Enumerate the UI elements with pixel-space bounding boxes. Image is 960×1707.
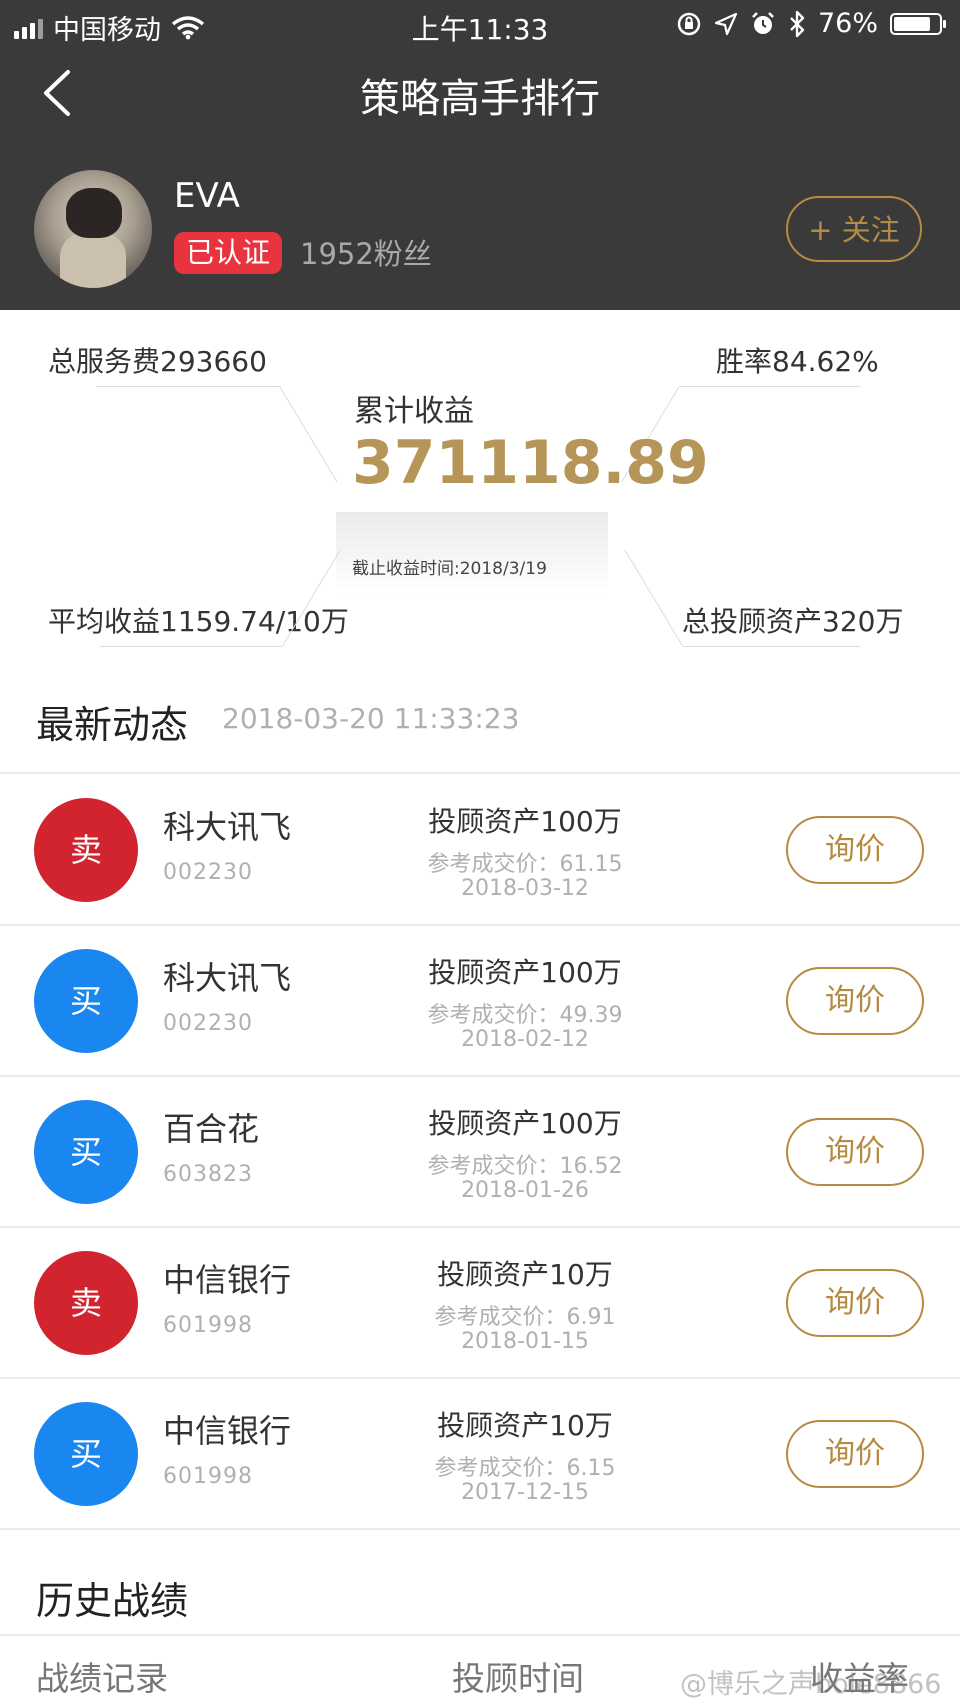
stock-code: 002230 — [163, 860, 253, 885]
battery-percent: 76% — [817, 8, 878, 39]
activity-row: 卖科大讯飞 002230 投顾资产100万参考成交价：61.15 2018-03-12… — [0, 774, 960, 926]
stock-code: 601998 — [163, 1464, 253, 1489]
reference-price: 参考成交价：6.91 — [434, 1305, 616, 1330]
activity-row: 买中信银行 601998 投顾资产10万参考成交价：6.15 2017-12-15 询价 — [0, 1378, 960, 1530]
trade-action-badge: 卖 — [34, 1251, 138, 1355]
average-return: 平均收益1159.74/10万 — [48, 605, 349, 638]
trade-date: 2018-01-15 — [461, 1329, 589, 1354]
stock-name[interactable]: 中信银行 — [163, 1255, 291, 1301]
page-title: 策略高手排行 — [360, 76, 600, 122]
fans-count: 1952粉丝 — [300, 237, 432, 271]
latest-timestamp: 2018-03-20 11:33:23 — [222, 702, 520, 735]
inquiry-button[interactable]: 询价 — [786, 1269, 924, 1337]
activity-row: 买百合花 603823 投顾资产100万参考成交价：16.52 2018-01-26 询… — [0, 1076, 960, 1228]
reference-price: 参考成交价：6.15 — [434, 1456, 616, 1481]
advisory-assets: 投顾资产100万 — [428, 1107, 622, 1140]
advisory-assets: 投顾资产100万 — [428, 956, 622, 989]
rotation-lock-icon — [677, 12, 701, 35]
stock-code: 002230 — [163, 1011, 253, 1036]
total-service-fee: 总服务费293660 — [48, 345, 267, 378]
inquiry-button[interactable]: 询价 — [786, 1118, 924, 1186]
connector-line — [279, 386, 338, 483]
total-assets: 总投顾资产320万 — [682, 605, 904, 638]
divider-line — [682, 646, 860, 647]
trade-action-badge: 卖 — [34, 798, 138, 902]
bluetooth-icon — [790, 10, 805, 37]
cutoff-time: 截止收益时间:2018/3/19 — [352, 559, 547, 579]
divider-line — [96, 386, 280, 387]
activity-row: 买科大讯飞 002230 投顾资产100万参考成交价：49.39 2018-02-12… — [0, 925, 960, 1077]
stock-name[interactable]: 中信银行 — [163, 1406, 291, 1452]
connector-line — [624, 549, 683, 646]
advisory-assets: 投顾资产10万 — [437, 1409, 613, 1442]
trade-action-badge: 买 — [34, 949, 138, 1053]
cumulative-value: 371118.89 — [352, 428, 709, 498]
latest-title: 最新动态 — [36, 703, 189, 747]
avatar[interactable] — [34, 170, 152, 288]
reference-price: 参考成交价：61.15 — [427, 852, 623, 877]
trade-date: 2018-01-26 — [461, 1178, 589, 1203]
stock-code: 601998 — [163, 1313, 253, 1338]
trade-date: 2018-02-12 — [461, 1027, 589, 1052]
stock-name[interactable]: 科大讯飞 — [163, 802, 291, 848]
divider-line — [680, 386, 860, 387]
watermark: @博乐之声bole8866 — [680, 1669, 942, 1700]
follow-button[interactable]: + 关注 — [786, 196, 922, 262]
advisory-assets: 投顾资产10万 — [437, 1258, 613, 1291]
cumulative-label: 累计收益 — [354, 394, 474, 429]
username: EVA — [174, 176, 240, 216]
advisory-assets: 投顾资产100万 — [428, 805, 622, 838]
trade-date: 2018-03-12 — [461, 876, 589, 901]
profile-header: 中国移动 上午11:33 76% 策略高手排行 EVA 已认证 1952粉丝 +… — [0, 0, 960, 310]
stock-name[interactable]: 科大讯飞 — [163, 953, 291, 999]
win-rate: 胜率84.62% — [716, 345, 879, 378]
trade-action-badge: 买 — [34, 1100, 138, 1204]
trade-action-badge: 买 — [34, 1402, 138, 1506]
col-time[interactable]: 投顾时间 — [452, 1652, 584, 1700]
stock-code: 603823 — [163, 1162, 253, 1187]
inquiry-button[interactable]: 询价 — [786, 967, 924, 1035]
reference-price: 参考成交价：16.52 — [427, 1154, 623, 1179]
section-divider — [0, 1634, 960, 1636]
stock-name[interactable]: 百合花 — [163, 1104, 259, 1150]
inquiry-button[interactable]: 询价 — [786, 816, 924, 884]
screen: 中国移动 上午11:33 76% 策略高手排行 EVA 已认证 1952粉丝 +… — [0, 0, 960, 1707]
trade-date: 2017-12-15 — [461, 1480, 589, 1505]
battery-icon — [890, 12, 946, 35]
status-bar: 中国移动 上午11:33 76% — [0, 0, 960, 48]
inquiry-button[interactable]: 询价 — [786, 1420, 924, 1488]
verified-badge: 已认证 — [174, 232, 283, 274]
reference-price: 参考成交价：49.39 — [427, 1003, 623, 1028]
alarm-icon — [752, 11, 774, 34]
activity-row: 卖中信银行 601998 投顾资产10万参考成交价：6.91 2018-01-15 询价 — [0, 1227, 960, 1379]
col-record[interactable]: 战绩记录 — [36, 1652, 168, 1700]
divider-line — [100, 646, 282, 647]
location-icon — [714, 12, 738, 35]
history-title: 历史战绩 — [36, 1579, 189, 1623]
